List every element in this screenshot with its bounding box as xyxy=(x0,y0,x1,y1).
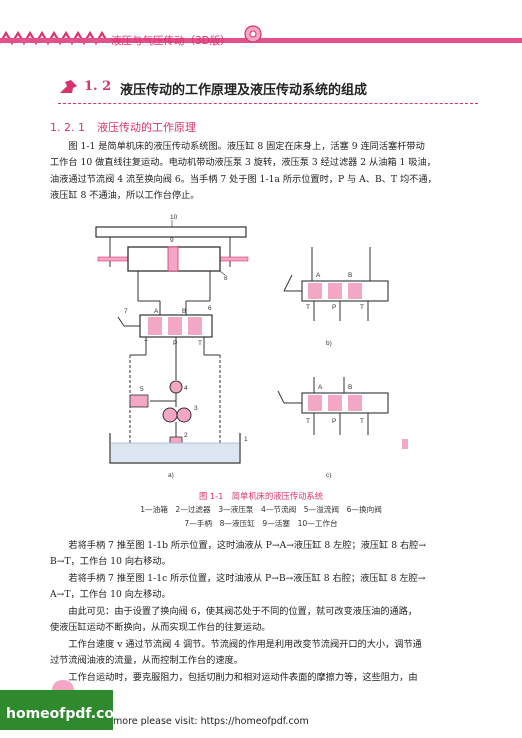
subsection-heading: 1. 2. 1 液压传动的工作原理 xyxy=(50,119,196,135)
label-A-b: A xyxy=(316,272,321,279)
subsection-title: 液压传动的工作原理 xyxy=(96,121,196,134)
label-T-b1: T xyxy=(306,304,310,311)
paragraph-resistance: 工作台运动时，要克服阻力，包括切削力和相对运动件表面的摩擦力等，这些阻力，由 xyxy=(50,670,475,686)
label-7: 7 xyxy=(124,308,128,315)
para-line: B→T，工作台 10 向右移动。 xyxy=(50,556,171,568)
label-10: 10 xyxy=(170,214,178,221)
page-header: 液压与气压传动（3D版） xyxy=(0,0,522,54)
label-6: 6 xyxy=(208,305,212,312)
label-A-a: A xyxy=(154,308,159,315)
label-T-c1: T xyxy=(306,418,310,425)
para-line: 图 1-1 是简单机床的液压传动系统图。液压缸 8 固定在床身上，活塞 9 连同… xyxy=(68,141,425,152)
section-rule xyxy=(58,103,478,104)
subfigure-b-label: b) xyxy=(326,340,332,347)
para-line: 液压缸 8 不通油，所以工作台停止。 xyxy=(50,190,200,202)
piston xyxy=(167,246,179,272)
label-P-a: P xyxy=(173,340,177,347)
label-8: 8 xyxy=(224,275,228,282)
label-T-a2: T xyxy=(198,340,202,347)
hydraulic-pump xyxy=(162,407,178,423)
paragraph-intro: 图 1-1 是简单机床的液压传动系统图。液压缸 8 固定在床身上，活塞 9 连同… xyxy=(50,139,475,205)
para-line: 工作台运动时，要克服阻力，包括切削力和相对运动件表面的摩擦力等，这些阻力，由 xyxy=(68,672,418,683)
hydraulic-system-figure: 10 9 8 A B 6 T P T 7 4 5 3 2 xyxy=(95,214,408,479)
para-line: 过节流阀油液的流量，从而控制工作台的速度。 xyxy=(50,655,243,667)
subfigure-a-label: a) xyxy=(168,472,174,479)
label-B-c: B xyxy=(348,384,352,391)
label-B-a: B xyxy=(182,308,186,315)
label-B-b: B xyxy=(348,272,352,279)
paragraph-speed: 工作台速度 v 通过节流阀 4 调节。节流阀的作用是利用改变节流阀开口的大小，调… xyxy=(50,637,475,670)
paragraph-position-b: 若将手柄 7 推至图 1-1b 所示位置，这时油液从 P→A→液压缸 8 左腔；… xyxy=(50,538,475,571)
figure-caption: 图 1-1 简单机床的液压传动系统 xyxy=(198,491,324,501)
para-line: 工作台速度 v 通过节流阀 4 调节。节流阀的作用是利用改变节流阀开口的大小，调… xyxy=(68,639,422,650)
paragraph-position-c: 若将手柄 7 推至图 1-1c 所示位置，这时油液从 P→B→液压缸 8 右腔；… xyxy=(50,571,475,604)
para-line: 若将手柄 7 推至图 1-1b 所示位置，这时油液从 P→A→液压缸 8 左腔；… xyxy=(68,540,427,551)
relief-valve xyxy=(129,394,149,408)
para-line: 油液通过节流阀 4 流至换向阀 6。当手柄 7 处于图 1-1a 所示位置时，P… xyxy=(50,173,437,185)
label-3: 3 xyxy=(194,405,198,412)
subfigure-c-label: c) xyxy=(326,472,331,479)
section-title: 液压传动的工作原理及液压传动系统的组成 xyxy=(120,83,368,98)
label-9: 9 xyxy=(170,237,174,244)
label-P-c: P xyxy=(332,418,336,425)
label-1: 1 xyxy=(244,436,248,443)
subsection-number: 1. 2. 1 xyxy=(50,121,85,134)
throttle-valve xyxy=(169,380,183,394)
label-T-b2: T xyxy=(360,304,364,311)
worktable xyxy=(95,226,247,238)
section-heading: 1. 2 液压传动的工作原理及液压传动系统的组成 xyxy=(58,78,478,104)
watermark-logo-text[interactable]: homeofpdf.com xyxy=(6,706,129,722)
label-P-b: P xyxy=(332,304,336,311)
para-line: 若将手柄 7 推至图 1-1c 所示位置，这时油液从 P→B→液压缸 8 右腔；… xyxy=(68,573,426,584)
para-line: A→T，工作台 10 向左移动。 xyxy=(50,589,171,601)
label-2: 2 xyxy=(184,432,188,439)
figure-legend-line-1: 1—油箱 2—过滤器 3—液压泵 4—节流阀 5—溢流阀 6—换向阀 xyxy=(140,505,382,514)
section-number: 1. 2 xyxy=(84,79,112,94)
label-5: 5 xyxy=(140,386,144,393)
gear-icon xyxy=(244,25,262,43)
para-line: 工作台 10 做直线往复运动。电动机带动液压泵 3 旋转，液压泵 3 经过滤器 … xyxy=(50,157,436,169)
label-A-c: A xyxy=(318,384,323,391)
pin-icon xyxy=(60,80,77,93)
label-4: 4 xyxy=(184,385,188,392)
paragraph-conclusion: 由此可见：由于设置了换向阀 6，使其阀芯处于不同的位置，就可改变液压油的通路， … xyxy=(50,604,475,637)
figure-legend-line-2: 7—手柄 8—液压缸 9—活塞 10—工作台 xyxy=(184,519,338,528)
para-line: 由此可见：由于设置了换向阀 6，使其阀芯处于不同的位置，就可改变液压油的通路， xyxy=(68,606,418,617)
watermark-footer-link[interactable]: more please visit: https://homeofpdf.com xyxy=(113,716,309,727)
label-T-c2: T xyxy=(360,418,364,425)
book-title: 液压与气压传动（3D版） xyxy=(111,35,231,47)
para-line: 使液压缸运动不断换向，从而实现工作台的往复运动。 xyxy=(50,622,271,634)
